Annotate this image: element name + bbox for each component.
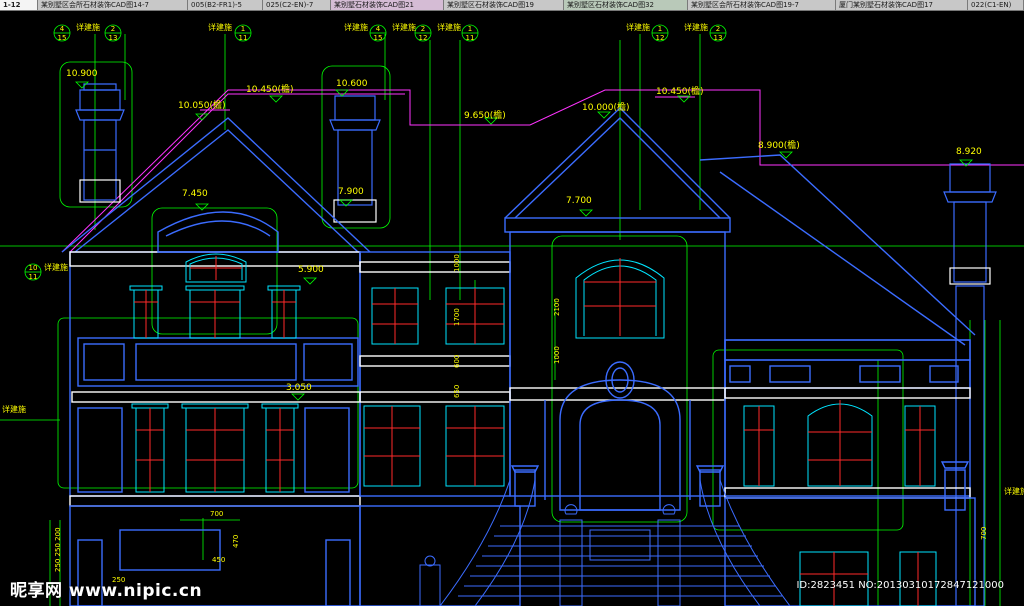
elevation-label: 8.900(檐): [758, 139, 800, 151]
detail-note: 详建施: [2, 404, 26, 414]
callout-numbers: 415 213 111 415 212 111 112 213 1011: [29, 25, 723, 281]
dimension-label: 700: [210, 510, 223, 518]
elevation-label: 9.650(檐): [464, 109, 506, 121]
drawing-tab[interactable]: 某别墅区会所石材装饰CAD图14-7: [38, 0, 188, 10]
callout-top: 1: [468, 25, 472, 33]
dimension-label: 1000: [553, 346, 561, 364]
callout-bottom: 13: [109, 34, 118, 42]
callout-bottom: 11: [239, 34, 248, 42]
detail-note: 详建施: [437, 22, 461, 32]
elevation-label: 7.700: [566, 196, 592, 206]
drawing-tab[interactable]: 某别墅区会所石材装饰CAD图19-7: [688, 0, 836, 10]
dimension-label: 1000: [453, 254, 461, 272]
elevation-label: 10.450(檐): [656, 85, 704, 97]
elevation-label: 7.450: [182, 189, 208, 199]
watermark-id: ID:2823451 NO:20130310172847121000: [796, 580, 1004, 591]
drawing-tab[interactable]: 022(C1-EN): [968, 0, 1024, 10]
detail-note: 详建施: [1004, 486, 1024, 496]
dimension-label: 700: [980, 527, 988, 540]
detail-notes: 详建施 详建施 详建施 详建施 详建施 详建施 详建施 详建施 详建施 详建施: [2, 22, 1024, 496]
callout-bottom: 15: [374, 34, 383, 42]
elevation-label: 8.920: [956, 147, 982, 157]
detail-note: 详建施: [208, 22, 232, 32]
dimension-label: 650: [453, 385, 461, 398]
callout-top: 2: [716, 25, 720, 33]
drawing-tab[interactable]: 某别墅区石材装饰CAD图19: [444, 0, 564, 10]
callout-top: 2: [111, 25, 115, 33]
detail-note: 详建施: [684, 22, 708, 32]
dimension-label: 250 250 200: [54, 527, 62, 572]
elevation-label: 3.050: [286, 383, 312, 393]
drawing-tab-bar: 1-12 某别墅区会所石材装饰CAD图14-7 005(B2-FR1)-5 02…: [0, 0, 1024, 11]
watermark-logo: 昵享网 www.nipic.cn: [10, 581, 203, 601]
elevation-label: 10.000(檐): [582, 101, 630, 113]
dimension-label: 450: [212, 556, 225, 564]
elevation-markers: [75, 81, 973, 401]
drawing-tab[interactable]: 某别墅区石材装饰CAD图32: [564, 0, 688, 10]
dimension-label: 600: [453, 355, 461, 368]
callout-bottom: 11: [29, 273, 38, 281]
elevation-label: 10.050(檐): [178, 99, 226, 111]
callout-bottom: 15: [58, 34, 67, 42]
detail-note: 详建施: [44, 262, 68, 272]
drawing-tab[interactable]: 厦门某别墅石材装饰CAD图17: [836, 0, 968, 10]
callout-top: 10: [29, 264, 38, 272]
cad-elevation-canvas[interactable]: 415 213 111 415 212 111 112 213 1011 详建施…: [0, 10, 1024, 606]
callout-bottom: 12: [419, 34, 428, 42]
callout-top: 4: [60, 25, 65, 33]
main-staircase: [419, 479, 791, 606]
callout-bottom: 13: [714, 34, 723, 42]
detail-note: 详建施: [392, 22, 416, 32]
callout-top: 1: [658, 25, 662, 33]
callout-top: 1: [241, 25, 245, 33]
drawing-tab[interactable]: 某别墅石材装饰CAD图21: [331, 0, 444, 10]
callout-bottom: 12: [656, 34, 665, 42]
drawing-tab[interactable]: 025(C2-EN)-7: [263, 0, 331, 10]
callout-top: 4: [376, 25, 381, 33]
drawing-tab[interactable]: 005(B2-FR1)-5: [188, 0, 263, 10]
callout-bubbles: [24, 24, 727, 281]
elevation-label: 10.600: [336, 79, 368, 89]
windows: [129, 253, 937, 606]
drawing-tab[interactable]: 1-12: [0, 0, 38, 10]
dimension-text: 1000 1700 600 650 2100 1000 700 450 470 …: [54, 254, 988, 584]
elevation-label: 7.900: [338, 187, 364, 197]
chimney-left: [75, 83, 125, 203]
detail-note: 详建施: [626, 22, 650, 32]
callout-top: 2: [421, 25, 425, 33]
dimension-label: 2100: [553, 298, 561, 316]
callout-bottom: 11: [466, 34, 475, 42]
elevation-label: 5.900: [298, 265, 324, 275]
dimension-label: 470: [232, 535, 240, 548]
dimension-label: 1700: [453, 308, 461, 326]
dimension-lines: [0, 34, 1024, 606]
elevation-label: 10.450(檐): [246, 83, 294, 95]
elevation-label: 10.900: [66, 69, 98, 79]
detail-note: 详建施: [76, 22, 100, 32]
building-outline: [61, 107, 976, 606]
detail-note: 详建施: [344, 22, 368, 32]
chimney-middle: [329, 95, 381, 223]
